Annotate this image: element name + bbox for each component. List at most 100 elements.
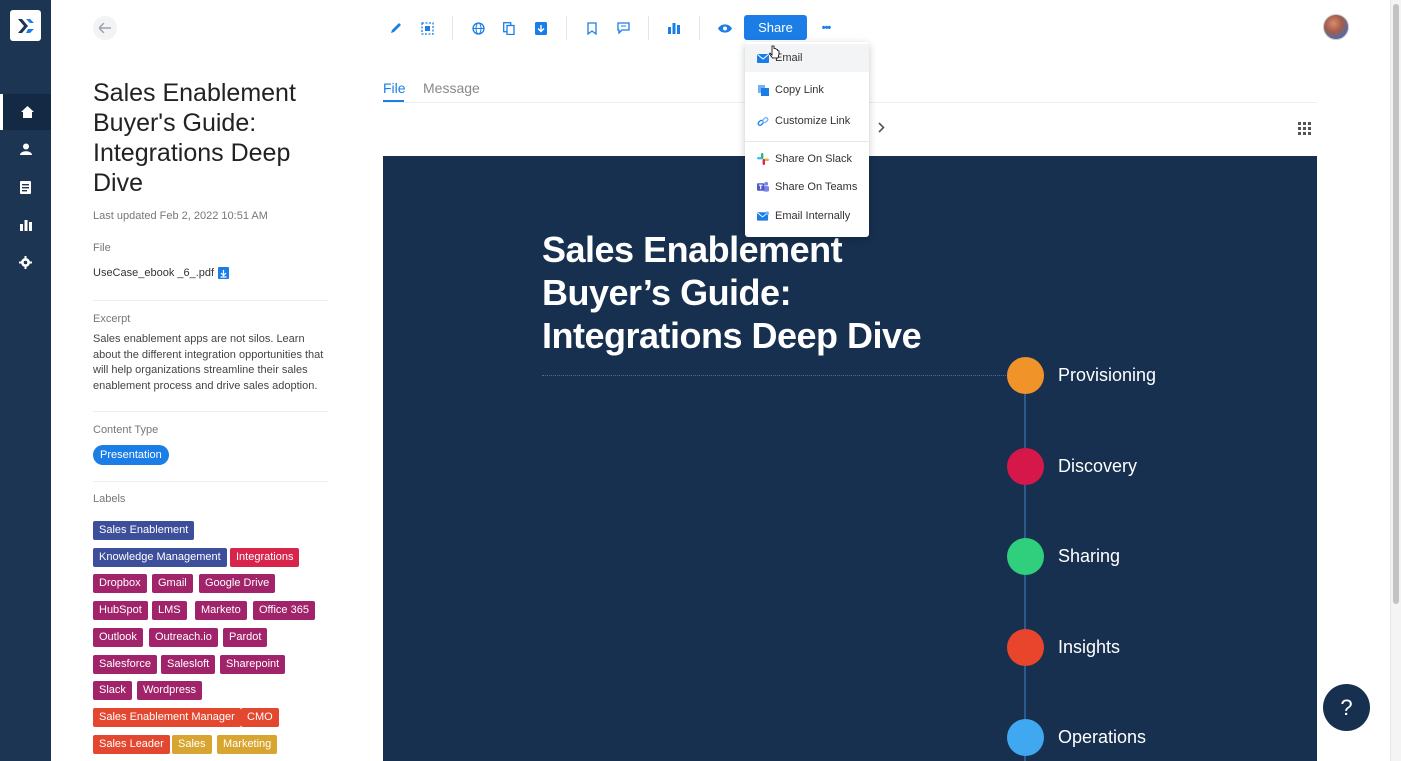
- label-tag[interactable]: Sales Enablement: [93, 521, 195, 540]
- user-avatar[interactable]: [1323, 14, 1349, 40]
- share-menu-slack-label: Share On Slack: [775, 153, 853, 165]
- label-tag[interactable]: Knowledge Management: [93, 548, 227, 567]
- bookmark-button[interactable]: [582, 16, 602, 40]
- download-button[interactable]: [531, 16, 551, 40]
- eye-icon: [718, 23, 732, 33]
- label-tag[interactable]: Wordpress: [137, 681, 202, 700]
- label-tag[interactable]: Outlook: [93, 628, 143, 647]
- teams-icon: [757, 181, 769, 193]
- label-tag[interactable]: Sales Enablement Manager: [93, 708, 241, 727]
- email-icon: [757, 52, 769, 64]
- section-divider: [93, 481, 328, 482]
- section-divider: [93, 300, 328, 301]
- share-menu-copy-link[interactable]: Copy Link: [745, 76, 869, 104]
- comment-button[interactable]: [613, 16, 633, 40]
- label-tag[interactable]: Sharepoint: [220, 655, 286, 674]
- mouse-cursor-icon: [769, 45, 780, 59]
- label-tag[interactable]: Dropbox: [93, 574, 147, 593]
- app-logo[interactable]: [10, 10, 41, 41]
- email-internal-icon: [757, 210, 769, 222]
- share-menu: Email Copy Link Customize Link Share On …: [745, 42, 869, 237]
- page-scrollbar[interactable]: [1390, 0, 1401, 761]
- comment-icon: [616, 22, 630, 34]
- publish-web-button[interactable]: [468, 16, 488, 40]
- more-options-button[interactable]: •••: [816, 16, 836, 40]
- label-tag[interactable]: Outreach.io: [149, 628, 218, 647]
- label-tag[interactable]: Pardot: [223, 628, 268, 647]
- help-button[interactable]: ?: [1323, 684, 1370, 731]
- label-tag[interactable]: LMS: [152, 601, 187, 620]
- replace-image-button[interactable]: [417, 16, 437, 40]
- share-button[interactable]: Share: [744, 15, 807, 40]
- analytics-icon: [668, 22, 680, 34]
- tab-file[interactable]: File: [383, 80, 406, 96]
- toolbar-divider: [566, 16, 567, 40]
- scrollbar-thumb[interactable]: [1393, 4, 1399, 604]
- grid-view-button[interactable]: [1298, 122, 1311, 135]
- share-menu-email-internally[interactable]: Email Internally: [745, 202, 869, 230]
- copy-link-icon: [757, 84, 769, 96]
- app-sidebar: [0, 0, 51, 761]
- label-tag[interactable]: Google Drive: [199, 574, 276, 593]
- nav-people[interactable]: [0, 131, 51, 167]
- label-tag[interactable]: Integrations: [230, 548, 300, 567]
- globe-icon: [471, 21, 485, 35]
- preview-button[interactable]: [715, 16, 735, 40]
- label-tag[interactable]: HubSpot: [93, 601, 148, 620]
- tab-message[interactable]: Message: [423, 80, 480, 96]
- next-page-button[interactable]: [878, 120, 885, 136]
- share-menu-slack[interactable]: Share On Slack: [745, 145, 869, 173]
- label-tag[interactable]: Marketing: [217, 735, 278, 754]
- share-menu-customize-link[interactable]: Customize Link: [745, 107, 869, 135]
- image-icon: [420, 21, 434, 35]
- label-tag[interactable]: Slack: [93, 681, 132, 700]
- share-menu-teams[interactable]: Share On Teams: [745, 173, 869, 201]
- content-type-badge[interactable]: Presentation: [93, 445, 169, 465]
- page-title: Sales Enablement Buyer's Guide: Integrat…: [93, 79, 296, 197]
- step-dot: [1007, 357, 1044, 394]
- label-tag[interactable]: Salesforce: [93, 655, 157, 674]
- last-updated: Last updated Feb 2, 2022 10:51 AM: [93, 210, 268, 222]
- step-dot: [1007, 538, 1044, 575]
- label-tag[interactable]: CMO: [241, 708, 279, 727]
- active-tab-indicator: [383, 100, 404, 102]
- content-type-label: Content Type: [93, 424, 159, 436]
- nav-analytics[interactable]: [0, 207, 51, 243]
- document-icon: [20, 180, 31, 194]
- step-label: Discovery: [1058, 456, 1138, 476]
- share-menu-copy-link-label: Copy Link: [775, 84, 824, 96]
- toolbar-divider: [452, 16, 453, 40]
- label-tag[interactable]: Marketo: [195, 601, 247, 620]
- labels-label: Labels: [93, 493, 126, 505]
- label-tag[interactable]: Office 365: [253, 601, 315, 620]
- step-label: Insights: [1058, 637, 1121, 657]
- file-download-icon[interactable]: [218, 267, 229, 279]
- back-button[interactable]: [93, 16, 117, 40]
- gear-icon: [19, 255, 32, 269]
- bookmark-icon: [587, 21, 597, 35]
- slide-divider: [542, 375, 1008, 376]
- home-icon: [20, 106, 34, 118]
- nav-content[interactable]: [0, 169, 51, 205]
- arrow-left-icon: [99, 23, 111, 33]
- edit-button[interactable]: [386, 16, 406, 40]
- copy-icon: [503, 21, 515, 35]
- analytics-icon: [19, 219, 32, 231]
- link-icon: [757, 115, 769, 127]
- menu-divider: [745, 141, 869, 142]
- analytics-button[interactable]: [664, 16, 684, 40]
- nav-home[interactable]: [0, 94, 51, 130]
- label-tag[interactable]: Gmail: [152, 574, 193, 593]
- step-dot: [1007, 719, 1044, 756]
- nav-settings[interactable]: [0, 244, 51, 280]
- label-tag[interactable]: Sales: [172, 735, 212, 754]
- duplicate-button[interactable]: [499, 16, 519, 40]
- section-divider: [93, 411, 328, 412]
- edit-icon: [391, 23, 401, 33]
- share-menu-email-internally-label: Email Internally: [775, 210, 851, 222]
- label-tag[interactable]: Salesloft: [161, 655, 216, 674]
- share-menu-customize-link-label: Customize Link: [775, 115, 851, 127]
- excerpt-label: Excerpt: [93, 313, 131, 325]
- share-menu-email[interactable]: Email: [745, 44, 869, 72]
- label-tag[interactable]: Sales Leader: [93, 735, 170, 754]
